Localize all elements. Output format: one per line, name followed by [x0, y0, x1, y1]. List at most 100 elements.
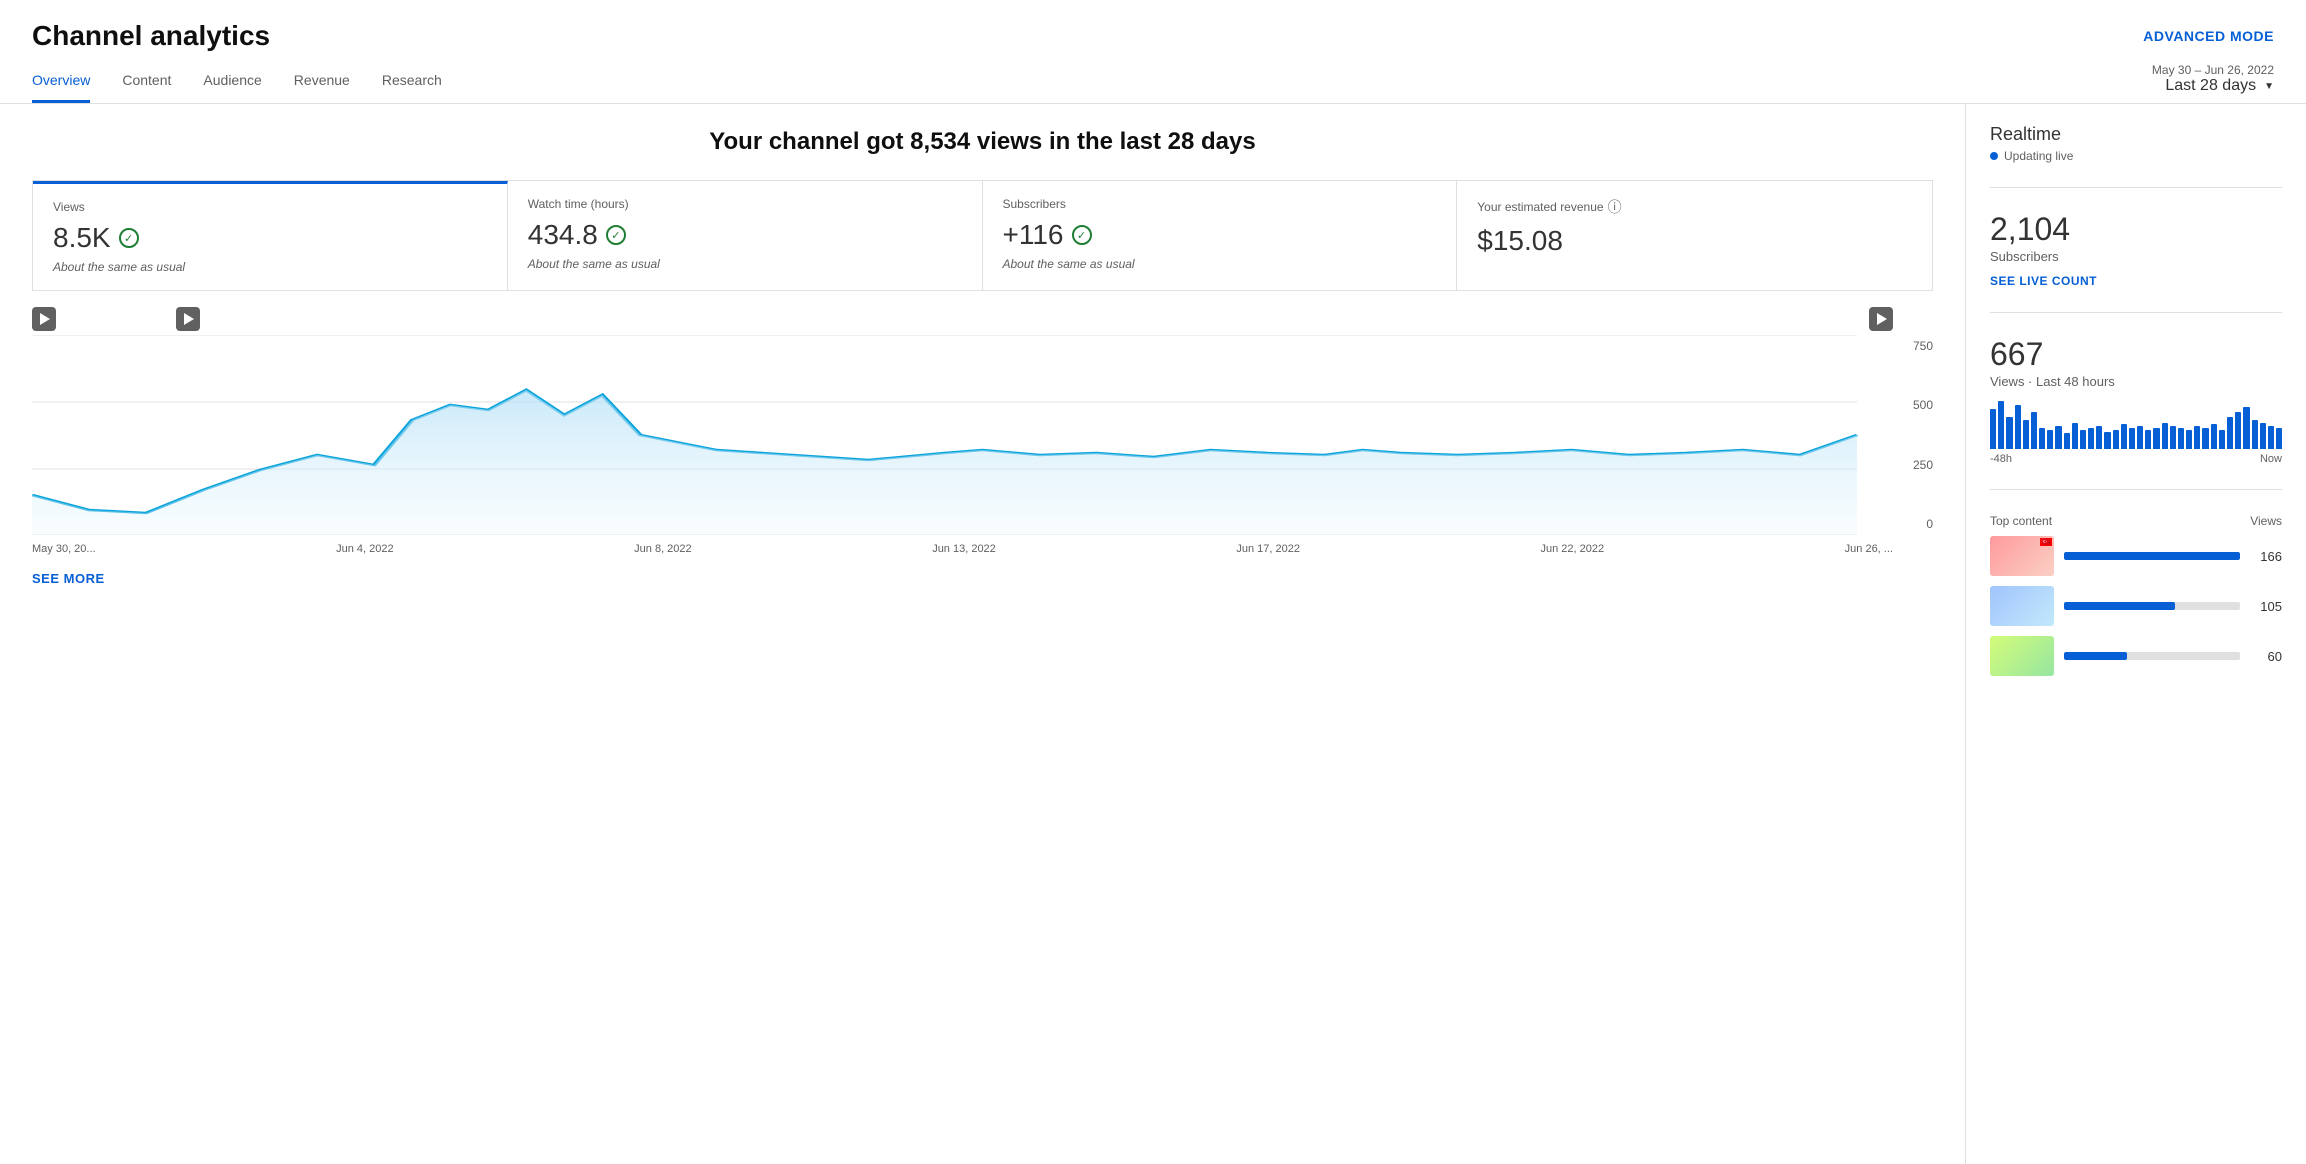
chart-y-labels: 750 500 250 0 [1893, 335, 1933, 535]
mini-bar-item [2080, 430, 2086, 449]
content-views-3: 60 [2250, 649, 2282, 664]
content-bar-3 [2064, 652, 2240, 660]
mini-bar-item [1990, 409, 1996, 450]
chart-label-right: Now [2260, 453, 2282, 465]
date-period-label: Last 28 days [2165, 77, 2256, 95]
x-label-6: Jun 26, ... [1845, 543, 1893, 555]
date-selector[interactable]: May 30 – Jun 26, 2022 Last 28 days ▼ [2152, 63, 2274, 103]
mini-bar-item [2039, 428, 2045, 449]
live-dot-icon [1990, 152, 1998, 160]
tab-audience[interactable]: Audience [203, 60, 261, 103]
video-marker-3[interactable] [1869, 307, 1893, 331]
tab-revenue[interactable]: Revenue [294, 60, 350, 103]
see-more-button[interactable]: SEE MORE [32, 571, 105, 586]
content-bar-bg-3 [2064, 652, 2240, 660]
channel-summary: Your channel got 8,534 views in the last… [32, 128, 1933, 156]
tab-research[interactable]: Research [382, 60, 442, 103]
top-content-label: Top content [1990, 514, 2052, 528]
mini-bar-item [2268, 426, 2274, 449]
see-live-count-button[interactable]: SEE LIVE COUNT [1990, 274, 2097, 288]
mini-bar-chart [1990, 401, 2282, 449]
content-bar-bg-1 [2064, 552, 2240, 560]
list-item[interactable]: 60 [1990, 636, 2282, 676]
mini-bar-item [2023, 420, 2029, 450]
realtime-header: Realtime [1990, 124, 2282, 145]
content-bar-2 [2064, 602, 2240, 610]
check-icon-views: ✓ [119, 228, 139, 248]
page-title: Channel analytics [32, 20, 270, 52]
metric-sublabel-subscribers: About the same as usual [1003, 257, 1437, 271]
mini-bar-item [2096, 426, 2102, 449]
metric-value-subscribers: +116 ✓ [1003, 219, 1437, 251]
metric-value-watchtime: 434.8 ✓ [528, 219, 962, 251]
subscribers-label: Subscribers [1990, 249, 2282, 264]
thumbnail-2 [1990, 586, 2054, 626]
x-label-3: Jun 13, 2022 [932, 543, 996, 555]
mini-chart-labels: -48h Now [1990, 453, 2282, 465]
x-label-1: Jun 4, 2022 [336, 543, 394, 555]
metric-label-revenue: Your estimated revenue ⓘ [1477, 197, 1912, 217]
info-icon[interactable]: ⓘ [1608, 197, 1622, 217]
live-label: Updating live [2004, 149, 2073, 163]
mini-bar-item [2186, 430, 2192, 449]
mini-bar-item [2162, 423, 2168, 450]
sidebar: Realtime Updating live 2,104 Subscribers… [1966, 104, 2306, 1164]
chart-label-left: -48h [1990, 453, 2012, 465]
chart-x-labels: May 30, 20... Jun 4, 2022 Jun 8, 2022 Ju… [32, 543, 1933, 555]
realtime-title: Realtime [1990, 124, 2061, 145]
mini-bar-item [2153, 428, 2159, 449]
content-bar-fill-1 [2064, 552, 2240, 560]
metric-card-watchtime[interactable]: Watch time (hours) 434.8 ✓ About the sam… [508, 181, 983, 290]
tab-content[interactable]: Content [122, 60, 171, 103]
check-icon-watchtime: ✓ [606, 225, 626, 245]
mini-bar-item [2072, 423, 2078, 450]
list-item[interactable]: 105 [1990, 586, 2282, 626]
mini-bar-item [2055, 426, 2061, 449]
date-range-label: May 30 – Jun 26, 2022 [2152, 63, 2274, 77]
mini-bar-item [2145, 430, 2151, 449]
mini-bar-item [2121, 424, 2127, 450]
realtime-section: Realtime Updating live [1990, 124, 2282, 188]
thumbnail-3 [1990, 636, 2054, 676]
y-label-0: 0 [1926, 517, 1933, 531]
chart-area: 750 500 250 0 May 30, 20... Jun 4, 2022 … [32, 291, 1933, 602]
metric-card-subscribers[interactable]: Subscribers +116 ✓ About the same as usu… [983, 181, 1458, 290]
x-label-4: Jun 17, 2022 [1236, 543, 1300, 555]
mini-bar-item [2088, 428, 2094, 449]
content-views-2: 105 [2250, 599, 2282, 614]
y-label-750: 750 [1913, 339, 1933, 353]
x-label-5: Jun 22, 2022 [1541, 543, 1605, 555]
metric-label-views: Views [53, 200, 487, 214]
mini-bar-item [2015, 405, 2021, 450]
views-48h-count: 667 [1990, 337, 2282, 372]
subscribers-section: 2,104 Subscribers SEE LIVE COUNT [1990, 212, 2282, 313]
advanced-mode-button[interactable]: ADVANCED MODE [2143, 28, 2274, 44]
mini-bar-item [2252, 420, 2258, 450]
play-icon-1 [40, 313, 50, 325]
x-label-2: Jun 8, 2022 [634, 543, 692, 555]
mini-bar-item [2047, 430, 2053, 449]
check-icon-subscribers: ✓ [1072, 225, 1092, 245]
y-label-250: 250 [1913, 458, 1933, 472]
live-indicator: Updating live [1990, 149, 2282, 163]
views-48h-section: 667 Views · Last 48 hours -48h Now [1990, 337, 2282, 490]
top-content-views-header: Views [2250, 514, 2282, 528]
mini-bar-item [2276, 428, 2282, 449]
metric-card-revenue[interactable]: Your estimated revenue ⓘ $15.08 [1457, 181, 1932, 290]
video-marker-2[interactable] [176, 307, 200, 331]
tab-overview[interactable]: Overview [32, 60, 90, 103]
mini-bar-item [2211, 424, 2217, 450]
list-item[interactable]: 🇹🇷 166 [1990, 536, 2282, 576]
metric-value-views: 8.5K ✓ [53, 222, 487, 254]
mini-bar-item [2178, 428, 2184, 449]
metric-sublabel-watchtime: About the same as usual [528, 257, 962, 271]
metric-value-revenue: $15.08 [1477, 225, 1912, 257]
mini-bar-item [2227, 417, 2233, 449]
thumbnail-1: 🇹🇷 [1990, 536, 2054, 576]
main-content: Your channel got 8,534 views in the last… [0, 104, 1966, 1164]
date-selector-main: Last 28 days ▼ [2165, 77, 2274, 95]
top-content-section: Top content Views 🇹🇷 166 [1990, 514, 2282, 710]
y-label-500: 500 [1913, 398, 1933, 412]
metric-card-views[interactable]: Views 8.5K ✓ About the same as usual [33, 181, 508, 290]
video-marker-1[interactable] [32, 307, 56, 331]
